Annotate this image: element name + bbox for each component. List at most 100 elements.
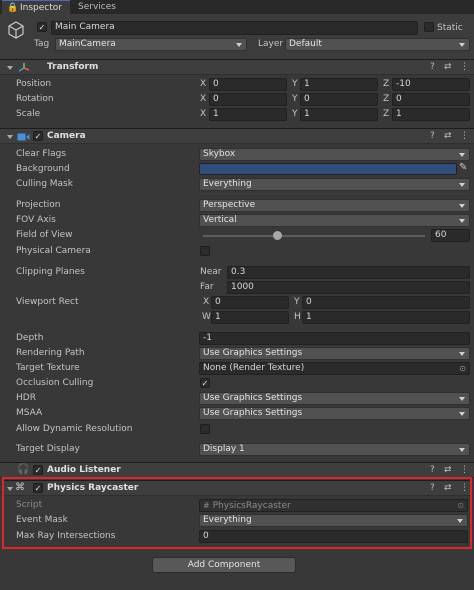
chevron-down-icon (459, 153, 465, 157)
menu-icon[interactable]: ⋮ (460, 61, 469, 73)
menu-icon[interactable]: ⋮ (460, 130, 469, 142)
scale-x-field[interactable]: 1 (209, 108, 287, 121)
object-picker-icon: ⊙ (457, 501, 464, 510)
occlusion-culling-checkbox[interactable]: ✓ (200, 378, 210, 388)
camera-title: Camera (47, 131, 86, 141)
chevron-down-icon (459, 412, 465, 416)
position-y-field[interactable]: 1 (300, 78, 378, 91)
target-display-label: Target Display (16, 444, 80, 454)
rendering-path-value: Use Graphics Settings (203, 348, 303, 358)
preset-icon[interactable]: ⇄ (444, 130, 452, 142)
menu-icon[interactable]: ⋮ (460, 482, 469, 494)
msaa-value: Use Graphics Settings (203, 408, 303, 418)
static-checkbox[interactable] (424, 22, 434, 32)
eyedropper-icon[interactable]: ✎ (459, 162, 467, 173)
fov-axis-dropdown[interactable]: Vertical (199, 214, 470, 227)
axis-h-label: H (294, 312, 301, 322)
help-icon[interactable]: ? (430, 130, 435, 142)
max-ray-field[interactable]: 0 (199, 530, 468, 543)
camera-enabled-checkbox[interactable]: ✓ (33, 131, 43, 141)
projection-label: Projection (16, 200, 61, 210)
headphones-icon: 🎧 (17, 464, 30, 475)
foldout-icon[interactable] (7, 66, 13, 70)
help-icon[interactable]: ? (430, 482, 435, 494)
axis-x-label: X (200, 94, 207, 104)
physical-camera-checkbox[interactable] (200, 246, 210, 256)
msaa-dropdown[interactable]: Use Graphics Settings (199, 407, 470, 420)
position-z-field[interactable]: -10 (392, 78, 470, 91)
viewport-x-field[interactable]: 0 (211, 296, 289, 309)
cube-icon (8, 21, 24, 39)
target-display-dropdown[interactable]: Display 1 (199, 443, 470, 456)
position-x-field[interactable]: 0 (209, 78, 287, 91)
rotation-x-field[interactable]: 0 (209, 93, 287, 106)
physics-raycaster-header[interactable]: ⌘ ✓ Physics Raycaster ? ⇄ ⋮ (4, 480, 470, 496)
lock-icon: 🔒 (7, 3, 19, 13)
tab-inspector[interactable]: 🔒 Inspector (2, 0, 70, 14)
name-field[interactable]: Main Camera (51, 21, 418, 35)
target-texture-value: None (Render Texture) (203, 363, 305, 373)
layer-dropdown[interactable]: Default (285, 38, 470, 51)
transform-header[interactable]: Transform ? ⇄ ⋮ (0, 59, 474, 75)
event-mask-dropdown[interactable]: Everything (199, 514, 468, 527)
dynamic-resolution-label: Allow Dynamic Resolution (16, 424, 133, 434)
foldout-icon[interactable] (7, 487, 13, 491)
preset-icon[interactable]: ⇄ (444, 482, 452, 494)
target-texture-field[interactable]: None (Render Texture) ⊙ (199, 362, 470, 375)
viewport-h-field[interactable]: 1 (302, 311, 470, 324)
menu-icon[interactable]: ⋮ (460, 464, 469, 476)
fov-field[interactable]: 60 (431, 229, 470, 242)
audio-listener-title: Audio Listener (47, 465, 121, 475)
scale-label: Scale (16, 109, 41, 119)
hdr-label: HDR (16, 393, 36, 403)
culling-mask-dropdown[interactable]: Everything (199, 178, 470, 191)
clipping-planes-label: Clipping Planes (16, 267, 85, 277)
help-icon[interactable]: ? (430, 61, 435, 73)
far-field[interactable]: 1000 (227, 281, 470, 294)
hdr-value: Use Graphics Settings (203, 393, 303, 403)
chevron-down-icon (459, 183, 465, 187)
culling-mask-value: Everything (203, 179, 252, 189)
projection-value: Perspective (203, 200, 256, 210)
projection-dropdown[interactable]: Perspective (199, 199, 470, 212)
viewport-y-field[interactable]: 0 (302, 296, 470, 309)
preset-icon[interactable]: ⇄ (444, 464, 452, 476)
active-checkbox[interactable]: ✓ (37, 22, 47, 32)
fov-slider-handle[interactable] (273, 231, 282, 240)
script-icon: ⌘ (15, 482, 25, 493)
near-field[interactable]: 0.3 (227, 266, 470, 279)
audio-listener-header[interactable]: 🎧 ✓ Audio Listener ? ⇄ ⋮ (0, 462, 474, 478)
depth-field[interactable]: -1 (199, 332, 470, 345)
rendering-path-dropdown[interactable]: Use Graphics Settings (199, 347, 470, 360)
chevron-down-icon (459, 43, 465, 47)
physical-camera-label: Physical Camera (16, 246, 91, 256)
clear-flags-dropdown[interactable]: Skybox (199, 148, 470, 161)
help-icon[interactable]: ? (430, 464, 435, 476)
fov-slider-track[interactable] (203, 235, 425, 237)
physics-raycaster-enabled-checkbox[interactable]: ✓ (33, 483, 43, 493)
tag-dropdown[interactable]: MainCamera (55, 38, 247, 51)
scale-z-field[interactable]: 1 (392, 108, 470, 121)
rotation-z-field[interactable]: 0 (392, 93, 470, 106)
viewport-rect-label: Viewport Rect (16, 297, 79, 307)
audio-listener-enabled-checkbox[interactable]: ✓ (33, 465, 43, 475)
axis-z-label: Z (383, 79, 390, 89)
hdr-dropdown[interactable]: Use Graphics Settings (199, 392, 470, 405)
max-ray-label: Max Ray Intersections (16, 531, 116, 541)
fov-axis-value: Vertical (203, 215, 237, 225)
viewport-w-field[interactable]: 1 (211, 311, 289, 324)
camera-header[interactable]: ✓ Camera ? ⇄ ⋮ (0, 128, 474, 144)
tab-services[interactable]: Services (72, 0, 122, 14)
dynamic-resolution-checkbox[interactable] (200, 424, 210, 434)
object-picker-icon[interactable]: ⊙ (459, 363, 466, 374)
rotation-y-field[interactable]: 0 (300, 93, 378, 106)
far-label: Far (200, 282, 214, 292)
background-color-swatch[interactable] (199, 163, 457, 175)
script-label: Script (16, 500, 43, 510)
tag-value: MainCamera (59, 39, 116, 49)
scale-y-field[interactable]: 1 (300, 108, 378, 121)
add-component-button[interactable]: Add Component (152, 557, 296, 573)
preset-icon[interactable]: ⇄ (444, 61, 452, 73)
chevron-down-icon (459, 448, 465, 452)
foldout-icon[interactable] (7, 135, 13, 139)
